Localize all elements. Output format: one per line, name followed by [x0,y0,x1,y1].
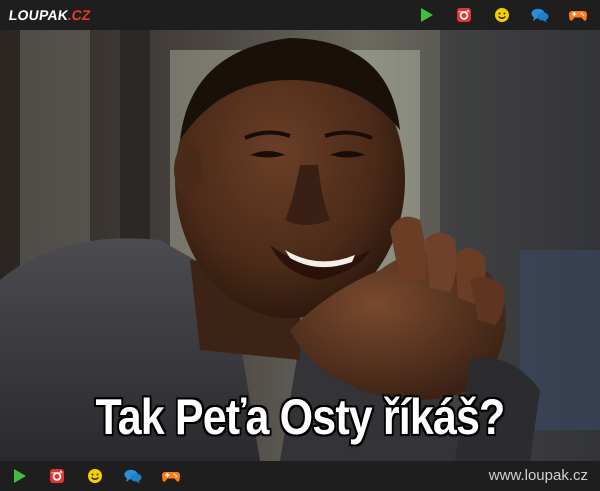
smiley-icon[interactable] [85,466,105,486]
meme-image: Tak Peťa Osty říkáš? [0,30,600,461]
site-url-link[interactable]: www.loupak.cz [489,467,588,485]
meme-caption: Tak Peťa Osty říkáš? [95,389,506,445]
top-bar: LOUPAK .CZ [0,0,600,30]
chat-icon[interactable] [123,466,143,486]
gamepad-icon[interactable] [161,466,181,486]
chat-icon[interactable] [530,5,550,25]
site-logo[interactable]: LOUPAK .CZ [7,6,92,24]
bottom-icon-nav [9,461,181,491]
gamepad-icon[interactable] [568,5,588,25]
instagram-icon[interactable] [454,5,474,25]
top-icon-nav [416,0,588,30]
play-icon[interactable] [9,466,29,486]
bottom-bar: www.loupak.cz [0,461,600,491]
play-icon[interactable] [416,5,436,25]
logo-domain-suffix: .CZ [67,7,92,23]
logo-text: LOUPAK [7,7,70,23]
instagram-icon[interactable] [47,466,67,486]
smiley-icon[interactable] [492,5,512,25]
